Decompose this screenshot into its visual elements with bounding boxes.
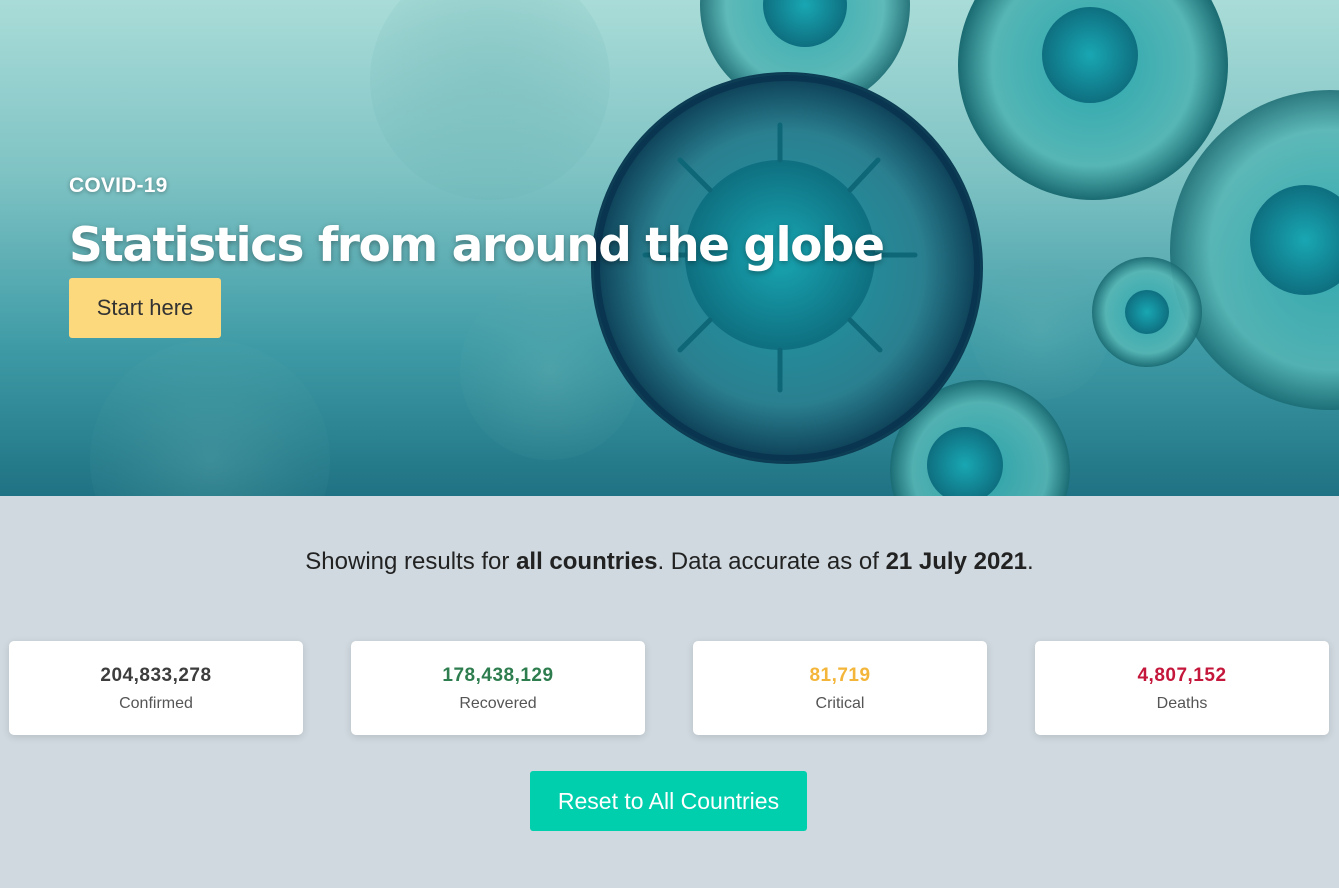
- deaths-value: 4,807,152: [1137, 665, 1227, 686]
- critical-value: 81,719: [809, 665, 871, 686]
- recovered-card: 178,438,129 Recovered: [351, 641, 645, 735]
- hero-banner: COVID-19 Statistics from around the glob…: [0, 0, 1339, 496]
- critical-card: 81,719 Critical: [693, 641, 987, 735]
- summary-middle: . Data accurate as of: [657, 548, 886, 575]
- hero-eyebrow: COVID-19: [69, 174, 168, 197]
- confirmed-card: 204,833,278 Confirmed: [9, 641, 303, 735]
- critical-label: Critical: [815, 695, 865, 712]
- recovered-value: 178,438,129: [442, 665, 554, 686]
- reset-all-countries-button[interactable]: Reset to All Countries: [530, 771, 807, 831]
- hero-headline: Statistics from around the globe: [69, 218, 885, 273]
- start-here-button[interactable]: Start here: [69, 277, 221, 338]
- summary-date: 21 July 2021: [885, 548, 1028, 575]
- summary-prefix: Showing results for: [305, 548, 517, 575]
- summary-suffix: .: [1027, 548, 1034, 575]
- results-summary: Showing results for all countries. Data …: [0, 548, 1339, 576]
- recovered-label: Recovered: [459, 695, 537, 712]
- deaths-label: Deaths: [1156, 695, 1208, 712]
- hero-content: COVID-19 Statistics from around the glob…: [69, 174, 885, 338]
- confirmed-label: Confirmed: [119, 695, 193, 712]
- confirmed-value: 204,833,278: [100, 665, 212, 686]
- deaths-card: 4,807,152 Deaths: [1035, 641, 1329, 735]
- summary-scope: all countries: [516, 548, 658, 575]
